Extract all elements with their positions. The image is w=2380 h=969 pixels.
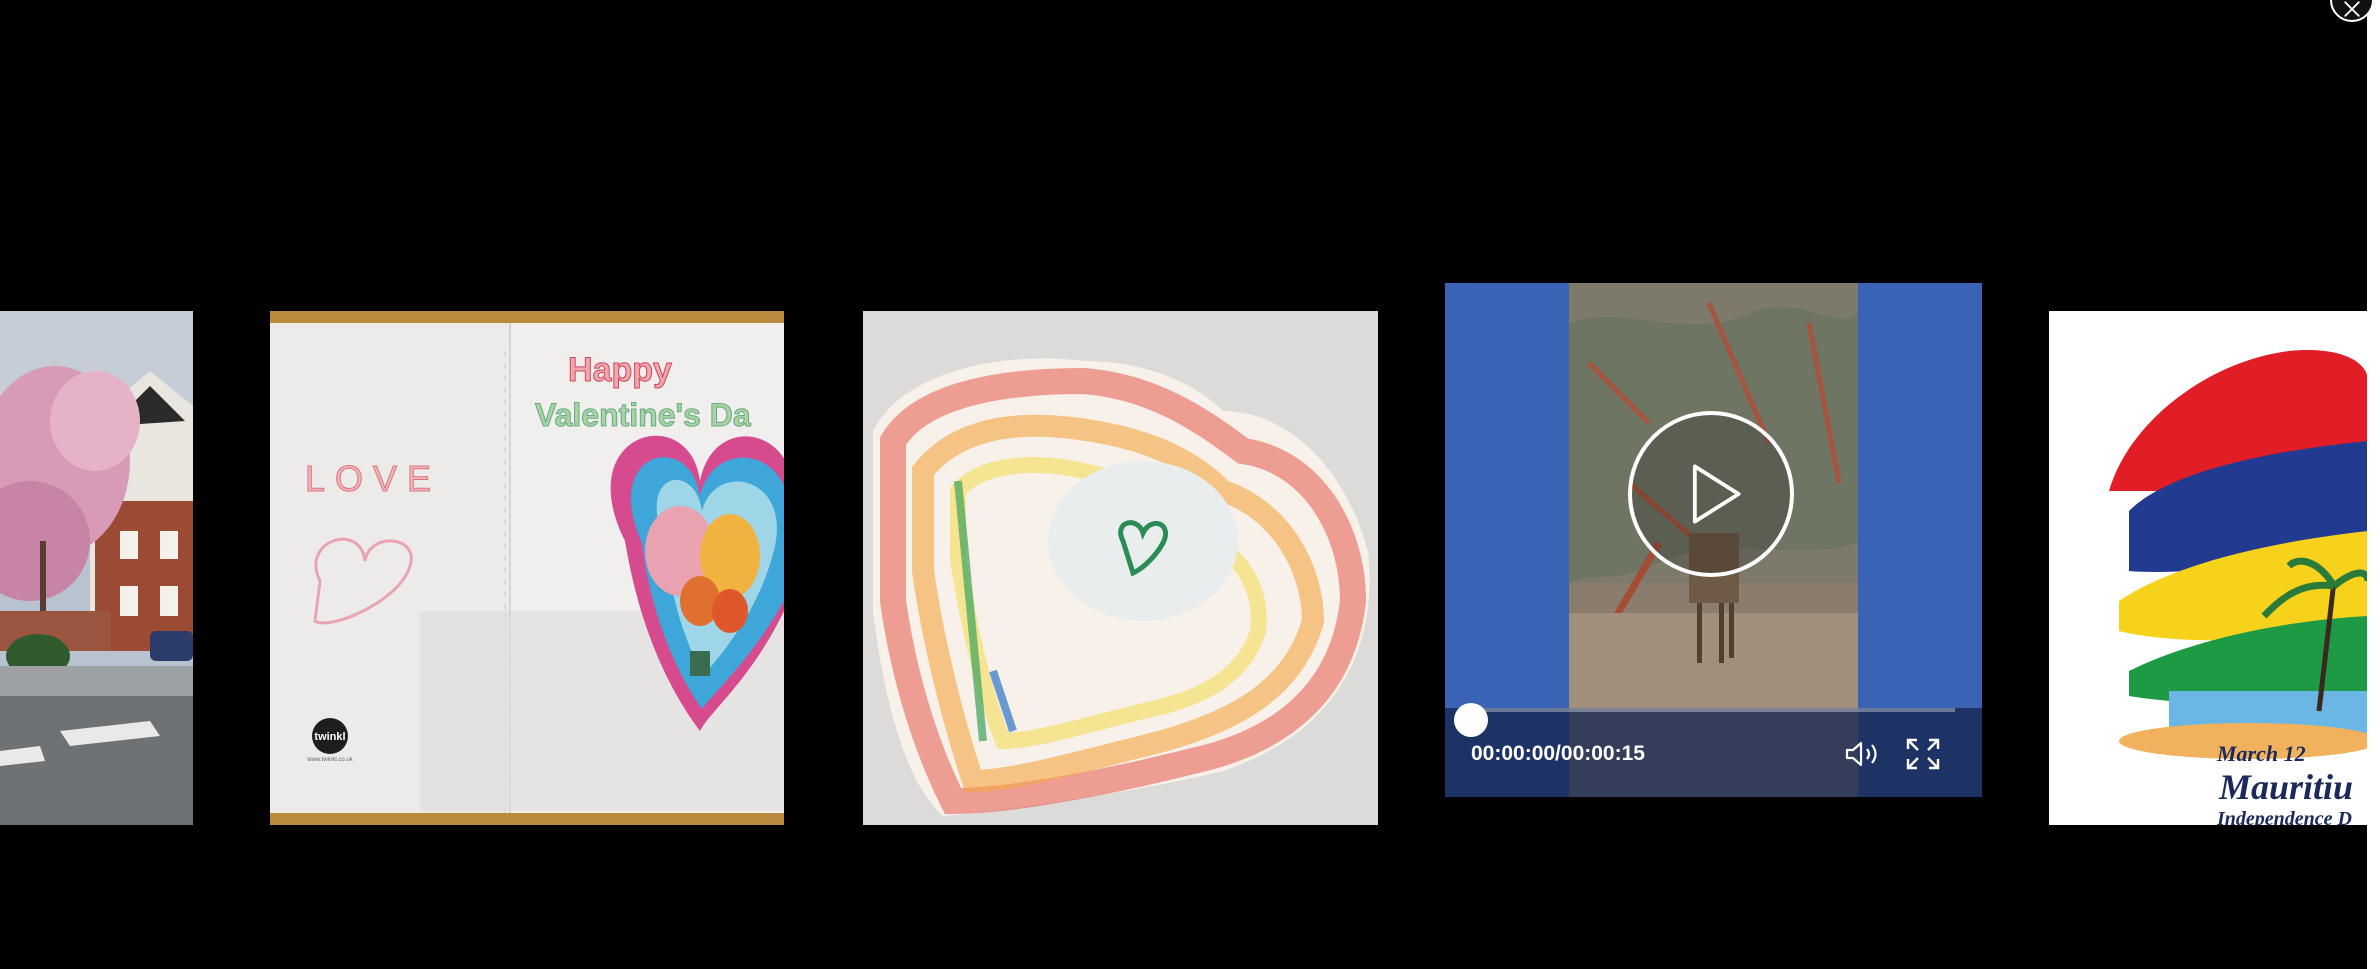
video-player[interactable]: 00:00:00/00:00:15 xyxy=(1445,283,1982,797)
time-display: 00:00:00/00:00:15 xyxy=(1471,742,1645,765)
gallery-item-valentine-card[interactable]: Happy Valentine's Da LOVE twinkl www.twi… xyxy=(270,311,784,825)
crayon-heart-image xyxy=(863,311,1378,825)
play-button[interactable] xyxy=(1628,411,1794,577)
poster-line2: Mauritiu xyxy=(2218,767,2353,807)
poster-line1: March 12 xyxy=(2216,741,2306,766)
twinkl-url-text: www.twinkl.co.uk xyxy=(306,757,353,763)
fullscreen-icon xyxy=(1906,738,1940,770)
viewer-right-edge xyxy=(2367,0,2380,969)
mauritius-poster-image: March 12 Mauritiu Independence D xyxy=(2049,311,2368,825)
twinkl-logo-text: twinkl xyxy=(314,731,345,743)
gallery-item-mauritius-poster[interactable]: March 12 Mauritiu Independence D xyxy=(2049,311,2368,825)
magnolia-photo-image xyxy=(0,311,193,825)
fullscreen-button[interactable] xyxy=(1905,737,1941,771)
close-button[interactable] xyxy=(2330,0,2374,22)
play-icon xyxy=(1692,464,1741,524)
valentine-card-image: Happy Valentine's Da LOVE twinkl www.twi… xyxy=(270,311,784,825)
seek-bar[interactable] xyxy=(1471,708,1955,712)
gallery-item-crayon-heart[interactable] xyxy=(863,311,1378,825)
card-title-line1: Happy xyxy=(568,351,672,389)
card-love-word: LOVE xyxy=(305,458,441,499)
media-viewer: Happy Valentine's Da LOVE twinkl www.twi… xyxy=(0,0,2380,969)
seek-knob[interactable] xyxy=(1454,703,1488,737)
gallery-item-magnolia-photo[interactable] xyxy=(0,311,193,825)
poster-line3: Independence D xyxy=(2216,808,2352,825)
close-icon xyxy=(2344,1,2360,18)
volume-icon xyxy=(1845,741,1877,767)
card-title-line2: Valentine's Da xyxy=(535,397,751,433)
player-controls: 00:00:00/00:00:15 xyxy=(1445,708,1982,797)
volume-button[interactable] xyxy=(1843,739,1883,769)
